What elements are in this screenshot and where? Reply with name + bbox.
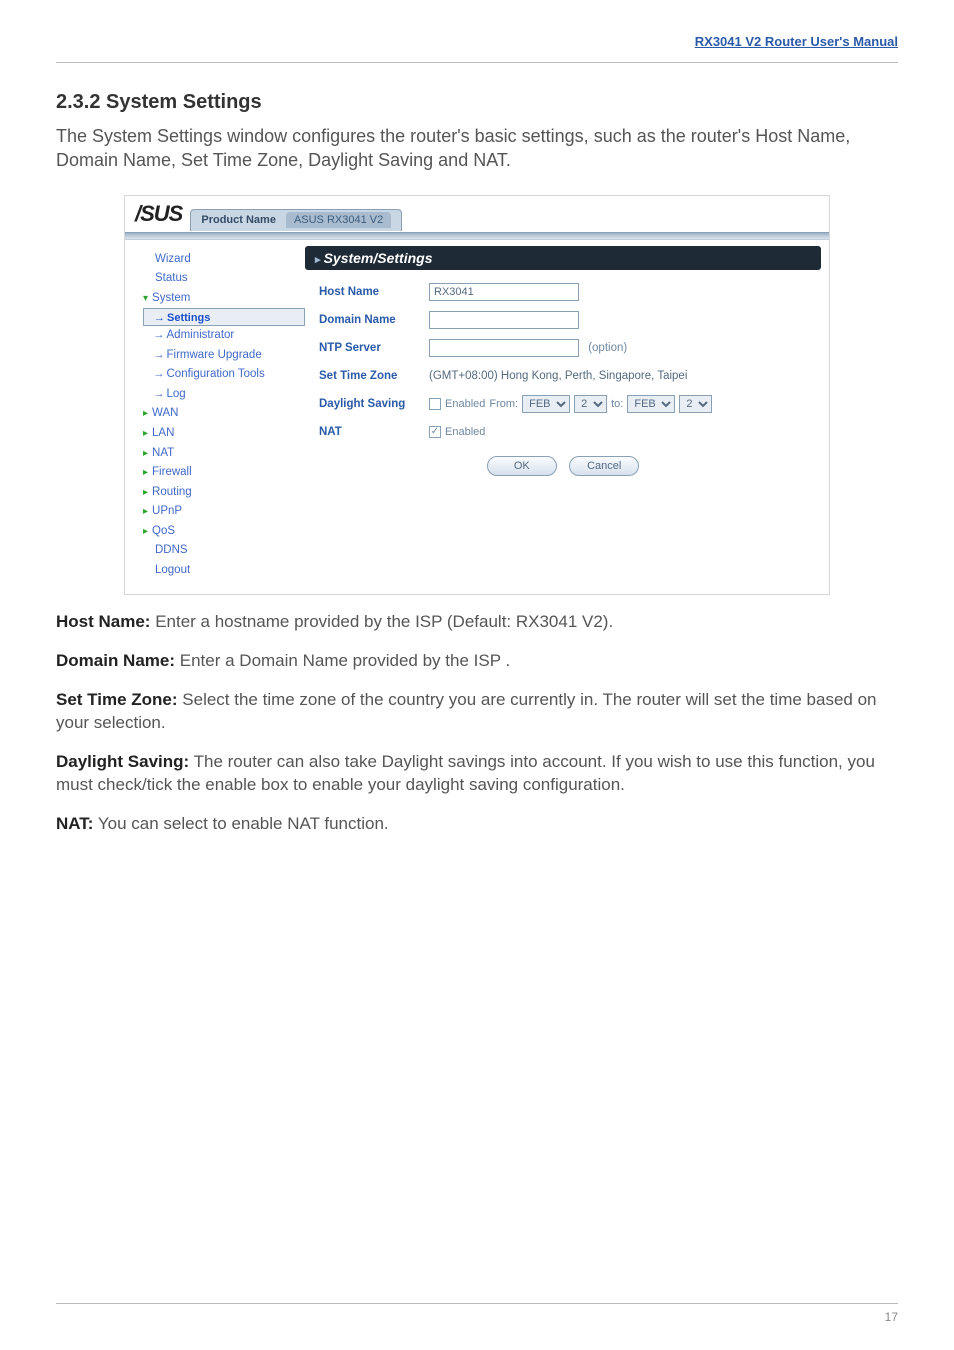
ntp-option-note: (option) (588, 342, 627, 354)
para-nat: NAT: You can select to enable NAT functi… (56, 813, 898, 836)
daylight-from-day[interactable]: 2 (574, 395, 607, 413)
para-daylight-saving: Daylight Saving: The router can also tak… (56, 751, 898, 797)
topbar-divider (125, 232, 829, 240)
settings-screenshot: /SUS Product Name ASUS RX3041 V2 Wizard … (124, 195, 830, 596)
nav-firmware[interactable]: Firmware Upgrade (143, 346, 305, 366)
nat-enabled-checkbox[interactable]: ✓ (429, 426, 441, 438)
nav-logout[interactable]: Logout (143, 561, 305, 581)
daylight-to-month[interactable]: FEB (627, 395, 675, 413)
asus-logo: /SUS (135, 201, 190, 227)
para-set-time-zone: Set Time Zone: Select the time zone of t… (56, 689, 898, 735)
section-title: 2.3.2 System Settings (56, 91, 898, 114)
nav-qos[interactable]: QoS (143, 522, 305, 542)
daylight-enabled-checkbox[interactable] (429, 398, 441, 410)
daylight-saving-label: Daylight Saving (305, 398, 429, 410)
para-host-name: Host Name: Enter a hostname provided by … (56, 611, 898, 634)
nav-log[interactable]: Log (143, 385, 305, 405)
nav-upnp[interactable]: UPnP (143, 502, 305, 522)
manual-header-link[interactable]: RX3041 V2 Router User's Manual (695, 34, 898, 49)
intro-paragraph: The System Settings window configures th… (56, 124, 898, 173)
nav-system[interactable]: System (143, 289, 305, 309)
nav-settings[interactable]: Settings (143, 308, 305, 326)
product-name-value: ASUS RX3041 V2 (286, 212, 391, 228)
host-name-label: Host Name (305, 286, 429, 298)
footer-divider (56, 1303, 898, 1304)
sidebar-nav: Wizard Status System Settings Administra… (133, 246, 305, 581)
ntp-server-input[interactable] (429, 339, 579, 357)
ntp-server-label: NTP Server (305, 342, 429, 354)
daylight-to-text: to: (611, 398, 623, 410)
page-footer: 17 (56, 1303, 898, 1324)
product-name-tab: Product Name ASUS RX3041 V2 (190, 209, 402, 231)
host-name-input[interactable] (429, 283, 579, 301)
page-number: 17 (56, 1310, 898, 1324)
daylight-from-month[interactable]: FEB (522, 395, 570, 413)
para-domain-name: Domain Name: Enter a Domain Name provide… (56, 650, 898, 673)
nav-ddns[interactable]: DDNS (143, 541, 305, 561)
nav-status[interactable]: Status (143, 269, 305, 289)
header-divider (56, 62, 898, 63)
domain-name-input[interactable] (429, 311, 579, 329)
ok-button[interactable]: OK (487, 456, 557, 476)
nav-routing[interactable]: Routing (143, 483, 305, 503)
cancel-button[interactable]: Cancel (569, 456, 639, 476)
screenshot-topbar: /SUS Product Name ASUS RX3041 V2 (125, 196, 829, 232)
settings-panel: System/Settings Host Name Domain Name NT… (305, 246, 821, 581)
nav-administrator[interactable]: Administrator (143, 326, 305, 346)
nav-lan[interactable]: LAN (143, 424, 305, 444)
nav-firewall[interactable]: Firewall (143, 463, 305, 483)
daylight-to-day[interactable]: 2 (679, 395, 712, 413)
set-time-zone-value[interactable]: (GMT+08:00) Hong Kong, Perth, Singapore,… (429, 370, 821, 382)
nav-wizard[interactable]: Wizard (143, 250, 305, 270)
nav-nat[interactable]: NAT (143, 444, 305, 464)
nav-config-tools[interactable]: Configuration Tools (143, 365, 305, 385)
daylight-enabled-text: Enabled (445, 398, 485, 410)
set-time-zone-label: Set Time Zone (305, 370, 429, 382)
nav-wan[interactable]: WAN (143, 404, 305, 424)
nat-label: NAT (305, 426, 429, 438)
daylight-from-text: From: (489, 398, 518, 410)
nat-enabled-text: Enabled (445, 426, 485, 438)
product-name-label: Product Name (201, 214, 276, 226)
domain-name-label: Domain Name (305, 314, 429, 326)
panel-title: System/Settings (305, 246, 821, 270)
